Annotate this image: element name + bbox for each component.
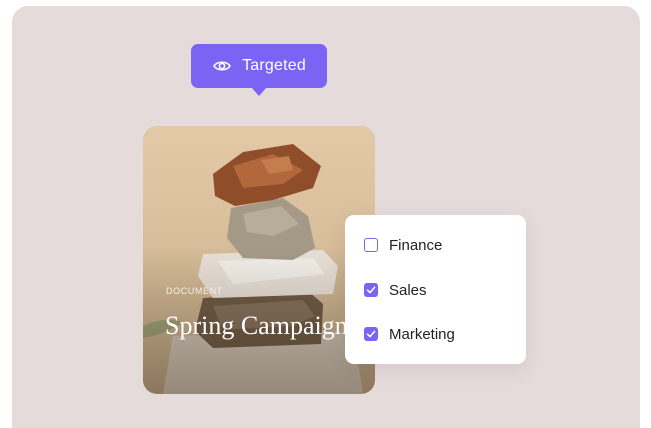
option-marketing[interactable]: Marketing (364, 324, 455, 344)
option-sales[interactable]: Sales (364, 280, 427, 300)
checkbox-checked[interactable] (364, 283, 378, 297)
document-category: DOCUMENT (166, 286, 223, 296)
targeted-label: Targeted (242, 57, 306, 74)
document-title: Spring Campaign (165, 311, 348, 340)
option-label: Finance (389, 236, 443, 254)
option-finance[interactable]: Finance (364, 235, 442, 255)
card-overlay (143, 126, 375, 394)
checkbox-unchecked[interactable] (364, 238, 378, 252)
tooltip-pointer (251, 87, 267, 96)
option-label: Sales (389, 281, 427, 299)
targeting-dropdown: Finance Sales Marketing (345, 215, 526, 364)
check-icon (366, 286, 376, 294)
targeted-badge[interactable]: Targeted (191, 44, 327, 88)
check-icon (366, 330, 376, 338)
document-card[interactable]: DOCUMENT Spring Campaign (143, 126, 375, 394)
option-label: Marketing (389, 325, 455, 343)
eye-icon (212, 56, 232, 76)
checkbox-checked[interactable] (364, 327, 378, 341)
